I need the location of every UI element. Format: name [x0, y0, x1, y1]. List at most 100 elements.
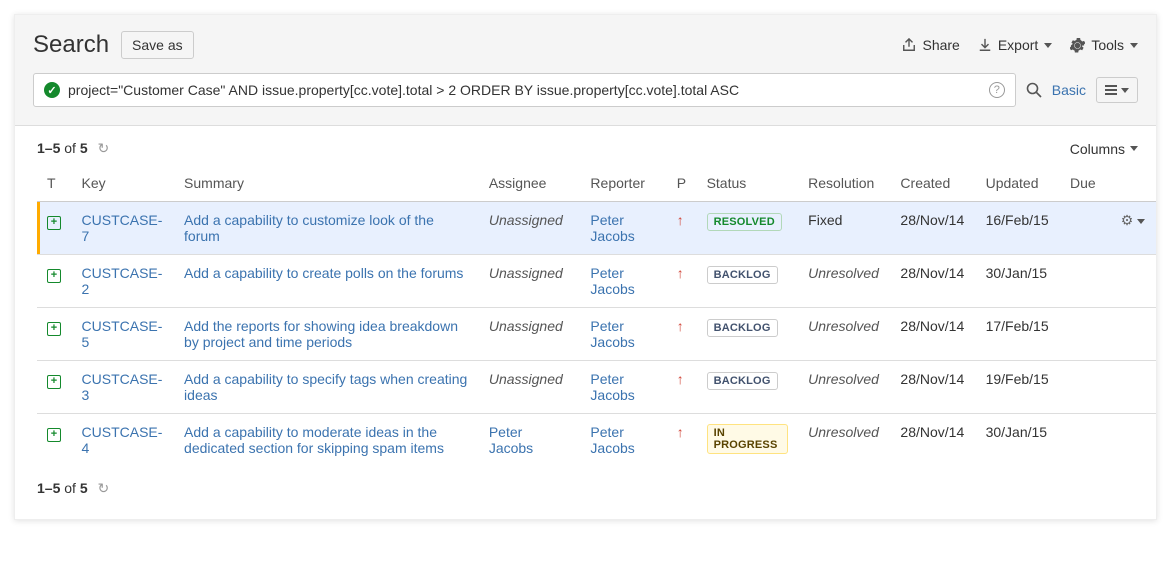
col-type[interactable]: T [37, 165, 72, 202]
priority-icon: ↑ [677, 424, 684, 440]
table-row[interactable]: + CUSTCASE-3 Add a capability to specify t… [37, 361, 1156, 414]
header-top: Search Save as Share Export Tools [33, 31, 1138, 59]
created-value: 28/Nov/14 [890, 361, 975, 414]
issue-key-link[interactable]: CUSTCASE-5 [82, 318, 163, 350]
table-row[interactable]: + CUSTCASE-2 Add a capability to create po… [37, 255, 1156, 308]
due-value [1060, 414, 1111, 467]
table-row[interactable]: + CUSTCASE-5 Add the reports for showing i… [37, 308, 1156, 361]
basic-mode-link[interactable]: Basic [1052, 82, 1086, 98]
issue-type-icon[interactable]: + [47, 428, 61, 442]
resolution-value: Unresolved [808, 371, 879, 387]
assignee-value: Unassigned [489, 318, 563, 334]
due-value [1060, 255, 1111, 308]
issue-summary-link[interactable]: Add a capability to create polls on the … [184, 265, 463, 281]
col-created[interactable]: Created [890, 165, 975, 202]
export-icon [978, 38, 992, 52]
col-assignee[interactable]: Assignee [479, 165, 581, 202]
resolution-value: Unresolved [808, 318, 879, 334]
reporter-link[interactable]: Peter Jacobs [590, 318, 634, 350]
share-button[interactable]: Share [902, 37, 959, 53]
table-row[interactable]: + CUSTCASE-4 Add a capability to moderate … [37, 414, 1156, 467]
range-numbers: 1–5 [37, 480, 60, 496]
issue-summary-link[interactable]: Add a capability to moderate ideas in th… [184, 424, 444, 456]
issue-type-icon[interactable]: + [47, 375, 61, 389]
reporter-link[interactable]: Peter Jacobs [590, 424, 634, 456]
results-top-bar: 1–5 of 5 ↻ Columns [15, 126, 1156, 165]
priority-icon: ↑ [677, 265, 684, 281]
row-actions-button[interactable]: ⚙ [1121, 212, 1145, 228]
page-header: Search Save as Share Export Tools [15, 15, 1156, 126]
updated-value: 16/Feb/15 [976, 202, 1060, 255]
status-badge: RESOLVED [707, 213, 782, 231]
updated-value: 30/Jan/15 [976, 255, 1060, 308]
search-page: Search Save as Share Export Tools [14, 14, 1157, 520]
jql-input[interactable] [68, 82, 983, 98]
col-actions [1111, 165, 1156, 202]
issue-key-link[interactable]: CUSTCASE-4 [82, 424, 163, 456]
share-icon [902, 38, 916, 52]
refresh-icon[interactable]: ↻ [98, 140, 110, 157]
columns-label: Columns [1070, 141, 1125, 157]
chevron-down-icon [1137, 219, 1145, 224]
export-button[interactable]: Export [978, 37, 1052, 53]
gear-icon [1070, 38, 1085, 53]
issue-key-link[interactable]: CUSTCASE-7 [82, 212, 163, 244]
issue-key-link[interactable]: CUSTCASE-3 [82, 371, 163, 403]
status-badge: IN PROGRESS [707, 424, 789, 454]
issues-table: T Key Summary Assignee Reporter P Status… [37, 165, 1156, 466]
col-status[interactable]: Status [697, 165, 799, 202]
columns-button[interactable]: Columns [1070, 141, 1138, 157]
created-value: 28/Nov/14 [890, 202, 975, 255]
reporter-link[interactable]: Peter Jacobs [590, 371, 634, 403]
resolution-value: Unresolved [808, 265, 879, 281]
col-due[interactable]: Due [1060, 165, 1111, 202]
issue-type-icon[interactable]: + [47, 322, 61, 336]
issue-type-icon[interactable]: + [47, 269, 61, 283]
share-label: Share [922, 37, 959, 53]
priority-icon: ↑ [677, 318, 684, 334]
col-reporter[interactable]: Reporter [580, 165, 666, 202]
due-value [1060, 308, 1111, 361]
issue-summary-link[interactable]: Add the reports for showing idea breakdo… [184, 318, 458, 350]
view-mode-button[interactable] [1096, 77, 1138, 103]
issue-type-icon[interactable]: + [47, 216, 61, 230]
resolution-value: Unresolved [808, 424, 879, 440]
tools-label: Tools [1091, 37, 1124, 53]
col-key[interactable]: Key [72, 165, 175, 202]
results-bottom-bar: 1–5 of 5 ↻ [15, 466, 1156, 519]
search-icon[interactable] [1026, 82, 1042, 98]
range-of: of [64, 140, 76, 156]
query-row: ? Basic [33, 73, 1138, 107]
save-as-button[interactable]: Save as [121, 31, 194, 59]
chevron-down-icon [1121, 88, 1129, 93]
page-title: Search [33, 31, 109, 59]
reporter-link[interactable]: Peter Jacobs [590, 265, 634, 297]
col-summary[interactable]: Summary [174, 165, 479, 202]
updated-value: 19/Feb/15 [976, 361, 1060, 414]
refresh-icon[interactable]: ↻ [98, 480, 110, 497]
header-actions: Share Export Tools [902, 37, 1138, 53]
issue-summary-link[interactable]: Add a capability to customize look of th… [184, 212, 434, 244]
chevron-down-icon [1130, 43, 1138, 48]
status-badge: BACKLOG [707, 372, 778, 390]
assignee-link[interactable]: Peter Jacobs [489, 424, 533, 456]
list-view-icon [1105, 83, 1117, 97]
issue-summary-link[interactable]: Add a capability to specify tags when cr… [184, 371, 467, 403]
col-updated[interactable]: Updated [976, 165, 1060, 202]
col-priority[interactable]: P [667, 165, 697, 202]
assignee-value: Unassigned [489, 212, 563, 228]
status-badge: BACKLOG [707, 319, 778, 337]
help-icon[interactable]: ? [989, 82, 1005, 98]
tools-button[interactable]: Tools [1070, 37, 1138, 53]
table-row[interactable]: + CUSTCASE-7 Add a capability to customize… [37, 202, 1156, 255]
range-numbers: 1–5 [37, 140, 60, 156]
range-total: 5 [80, 480, 88, 496]
valid-query-icon [44, 82, 60, 98]
created-value: 28/Nov/14 [890, 255, 975, 308]
save-as-label: Save as [132, 37, 183, 53]
issue-key-link[interactable]: CUSTCASE-2 [82, 265, 163, 297]
reporter-link[interactable]: Peter Jacobs [590, 212, 634, 244]
created-value: 28/Nov/14 [890, 414, 975, 467]
col-resolution[interactable]: Resolution [798, 165, 890, 202]
due-value [1060, 202, 1111, 255]
